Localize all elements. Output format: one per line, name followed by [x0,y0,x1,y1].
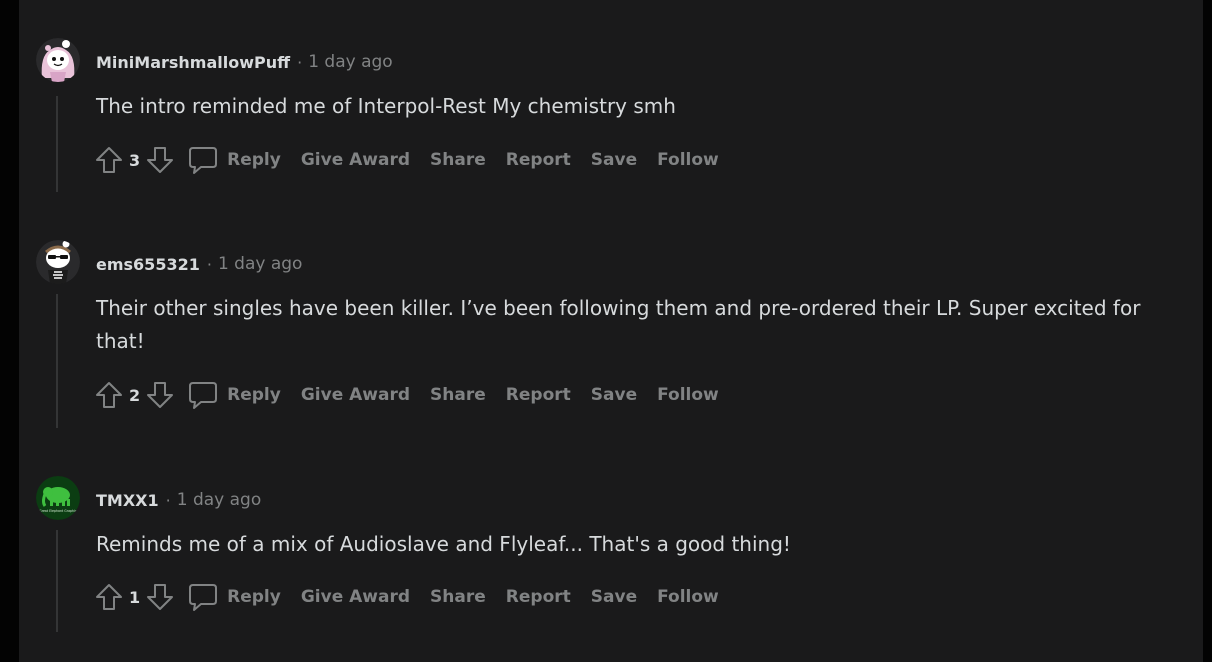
downvote-arrow-icon [147,147,174,173]
thread-line[interactable] [56,530,58,632]
timestamp[interactable]: 1 day ago [308,52,393,72]
give-award-button[interactable]: Give Award [301,385,410,405]
avatar-caption: Great Elephant Graphic [39,509,77,513]
comment-body: Their other singles have been killer. I’… [96,296,1141,353]
speech-bubble-icon [189,147,218,174]
comment-actions: 1 Reply Give Award Share Report Save Fol… [93,580,719,614]
give-award-button[interactable]: Give Award [301,587,410,607]
share-button[interactable]: Share [430,385,486,405]
username[interactable]: MiniMarshmallowPuff [96,53,290,72]
pink-haired-snoo-avatar-icon [36,38,80,82]
comment-body: Reminds me of a mix of Audioslave and Fl… [96,532,791,556]
comments-panel: MiniMarshmallowPuff · 1 day ago The intr… [19,0,1203,662]
follow-button[interactable]: Follow [657,587,719,607]
thread-line[interactable] [56,294,58,428]
report-button[interactable]: Report [506,150,571,170]
upvote-arrow-icon [96,147,122,173]
timestamp[interactable]: 1 day ago [177,490,262,510]
report-button[interactable]: Report [506,587,571,607]
username[interactable]: ems655321 [96,255,200,274]
meta-separator: · [165,490,171,510]
vote-score: 3 [129,150,141,170]
save-button[interactable]: Save [591,587,637,607]
skeleton-sunglasses-snoo-avatar-icon [36,240,80,284]
downvote-arrow-icon [147,584,174,610]
follow-button[interactable]: Follow [657,150,719,170]
meta-separator: · [206,254,212,274]
reply-button[interactable]: Reply [188,145,281,175]
reply-label: Reply [227,587,281,607]
comment-body: The intro reminded me of Interpol-Rest M… [96,94,676,118]
reply-label: Reply [227,150,281,170]
comment-actions: 2 Reply Give Award Share Report Save Fol… [93,378,719,412]
vote-score: 1 [129,587,141,607]
username[interactable]: TMXX1 [96,491,159,510]
reply-button[interactable]: Reply [188,582,281,612]
upvote-button[interactable] [93,144,125,176]
give-award-button[interactable]: Give Award [301,150,410,170]
upvote-arrow-icon [96,382,122,408]
save-button[interactable]: Save [591,385,637,405]
avatar[interactable] [36,38,80,82]
reply-label: Reply [227,385,281,405]
save-button[interactable]: Save [591,150,637,170]
thread-line[interactable] [56,96,58,192]
vote-score: 2 [129,385,141,405]
downvote-button[interactable] [144,581,176,613]
speech-bubble-icon [189,382,218,409]
speech-bubble-icon [189,584,218,611]
downvote-arrow-icon [147,382,174,408]
green-elephant-avatar-icon: Great Elephant Graphic [36,476,80,520]
avatar[interactable] [36,240,80,284]
share-button[interactable]: Share [430,150,486,170]
downvote-button[interactable] [144,379,176,411]
follow-button[interactable]: Follow [657,385,719,405]
comment-actions: 3 Reply Give Award Share Report Save Fol… [93,143,719,177]
avatar[interactable]: Great Elephant Graphic [36,476,80,520]
timestamp[interactable]: 1 day ago [218,254,303,274]
reply-button[interactable]: Reply [188,380,281,410]
share-button[interactable]: Share [430,587,486,607]
upvote-button[interactable] [93,379,125,411]
downvote-button[interactable] [144,144,176,176]
upvote-button[interactable] [93,581,125,613]
report-button[interactable]: Report [506,385,571,405]
upvote-arrow-icon [96,584,122,610]
meta-separator: · [297,52,303,72]
